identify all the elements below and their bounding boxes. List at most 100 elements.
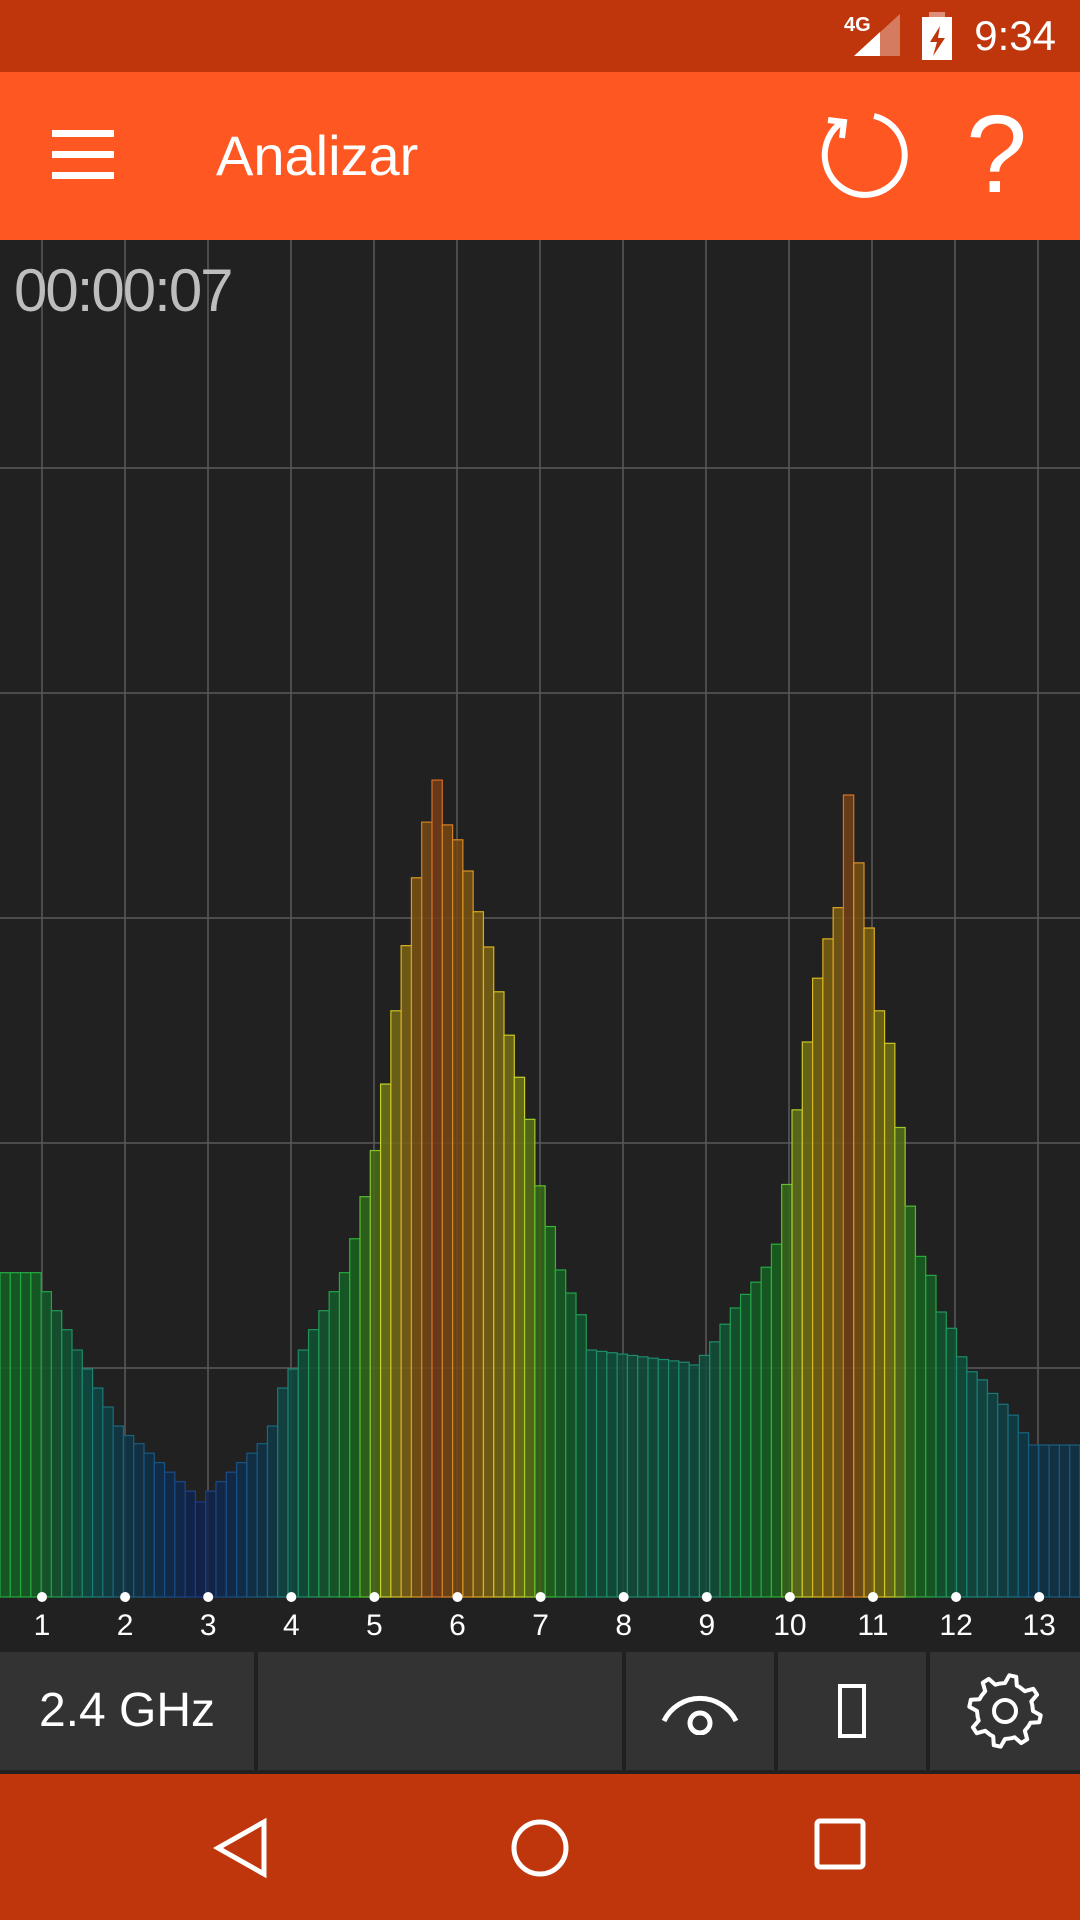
help-icon[interactable]: ? xyxy=(966,100,1027,210)
spectrum-bar xyxy=(781,1183,793,1598)
spectrum-bar xyxy=(1069,1444,1080,1598)
spectrum-bar xyxy=(554,1269,567,1598)
signal-icon xyxy=(854,14,900,56)
spectrum-bar xyxy=(400,945,413,1598)
channel-marker xyxy=(286,1592,297,1602)
channel-label: 6 xyxy=(449,1609,466,1642)
spectrum-bar xyxy=(266,1425,279,1598)
spectrum-bar xyxy=(534,1185,546,1598)
spectrum-bar xyxy=(19,1272,32,1598)
spectrum-bar xyxy=(194,1501,207,1598)
spectrum-bar xyxy=(667,1360,680,1598)
spectrum-bar xyxy=(606,1352,618,1598)
spectrum-bar xyxy=(791,1109,803,1598)
spectrum-bar xyxy=(842,794,855,1598)
spectrum-bar xyxy=(626,1354,639,1598)
spectrum-bar xyxy=(513,1076,526,1598)
band-selector[interactable]: 2.4 GHz xyxy=(0,1652,254,1770)
channel-label: 13 xyxy=(1023,1609,1056,1642)
refresh-icon[interactable] xyxy=(818,108,910,200)
spectrum-bar xyxy=(472,911,485,1598)
spectrum-bar xyxy=(750,1281,762,1598)
spectrum-bar xyxy=(822,938,834,1598)
recents-icon[interactable] xyxy=(814,1818,866,1870)
spectrum-bar xyxy=(760,1266,773,1598)
channel-marker xyxy=(452,1592,463,1602)
channel-marker xyxy=(535,1592,546,1602)
channel-marker xyxy=(618,1592,629,1602)
visibility-button[interactable] xyxy=(626,1652,774,1770)
channel-label: 5 xyxy=(366,1609,383,1642)
spectrum-bar xyxy=(153,1462,166,1598)
channel-label: 1 xyxy=(34,1609,51,1642)
spectrum-bar xyxy=(647,1357,659,1598)
spectrum-bar xyxy=(287,1368,299,1598)
spectrum-bar xyxy=(698,1354,711,1598)
spectrum-bar xyxy=(565,1292,577,1598)
spectrum-bar xyxy=(863,927,875,1598)
spectrum-bar xyxy=(50,1310,63,1598)
channel-marker xyxy=(951,1592,962,1602)
spectrum-bar xyxy=(30,1272,42,1598)
spectrum-bar xyxy=(493,991,505,1598)
channel-marker xyxy=(120,1592,131,1602)
spectrum-bar xyxy=(174,1481,186,1598)
spectrum-bar xyxy=(955,1356,968,1598)
channel-marker xyxy=(1034,1592,1045,1602)
spectrum-bar xyxy=(349,1238,361,1598)
channel-label: 10 xyxy=(773,1609,806,1642)
spectrum-bar xyxy=(729,1307,742,1598)
spectrum-bar xyxy=(739,1293,752,1598)
back-icon[interactable] xyxy=(212,1818,270,1878)
spectrum-bar xyxy=(338,1272,351,1598)
spectrum-bar xyxy=(215,1481,227,1598)
spectrum-bar xyxy=(318,1310,330,1598)
spectrum-bar xyxy=(575,1314,587,1598)
spectrum-bar xyxy=(235,1462,248,1598)
spectrum-bar xyxy=(9,1272,22,1598)
spectrum-bar xyxy=(1017,1432,1030,1598)
phone-icon xyxy=(838,1684,866,1738)
spectrum-bar xyxy=(451,839,464,1598)
spectrum-bar xyxy=(431,779,443,1598)
spectrum-bar xyxy=(770,1243,783,1598)
channel-label: 7 xyxy=(532,1609,549,1642)
spectrum-bar xyxy=(1007,1414,1019,1598)
channel-label: 12 xyxy=(939,1609,972,1642)
spectrum-bar xyxy=(328,1291,341,1598)
spectrum-bar xyxy=(976,1379,989,1598)
menu-icon[interactable] xyxy=(52,130,114,180)
home-icon[interactable] xyxy=(510,1818,570,1878)
navigation-bar xyxy=(0,1774,1080,1920)
orientation-button[interactable] xyxy=(778,1652,926,1770)
spectrum-bar xyxy=(225,1471,238,1598)
spectrum-bar xyxy=(894,1126,906,1598)
spectrum-bar xyxy=(883,1042,896,1598)
eye-icon xyxy=(661,1696,739,1735)
spectrum-bar xyxy=(997,1403,1009,1598)
spectrum-bar xyxy=(986,1392,999,1598)
channel-marker xyxy=(784,1592,795,1602)
spectrum-bar xyxy=(462,870,474,1598)
spectrum-bar xyxy=(616,1353,629,1598)
channel-label: 11 xyxy=(857,1609,888,1642)
spectrum-bar xyxy=(307,1329,320,1598)
settings-button[interactable] xyxy=(930,1652,1080,1770)
spectrum-bar xyxy=(91,1387,104,1598)
spectrum-bar xyxy=(1038,1444,1050,1598)
spectrum-bar xyxy=(410,877,423,1598)
spectrum-bar xyxy=(390,1010,402,1598)
spectrum-bar xyxy=(503,1034,515,1598)
gear-icon xyxy=(967,1673,1043,1749)
spectrum-bar xyxy=(637,1356,649,1598)
spectrum-bar xyxy=(359,1196,371,1598)
spectrum-bar xyxy=(585,1349,598,1598)
spectrum-bar xyxy=(421,821,433,1598)
spectrum-bar xyxy=(688,1364,701,1598)
channel-marker xyxy=(369,1592,380,1602)
channel-marker xyxy=(868,1592,878,1602)
status-bar: 4G 9:34 xyxy=(0,0,1080,72)
spectrum-bar xyxy=(379,1083,392,1598)
spectrum-bar xyxy=(133,1443,145,1598)
channel-marker xyxy=(701,1592,712,1602)
